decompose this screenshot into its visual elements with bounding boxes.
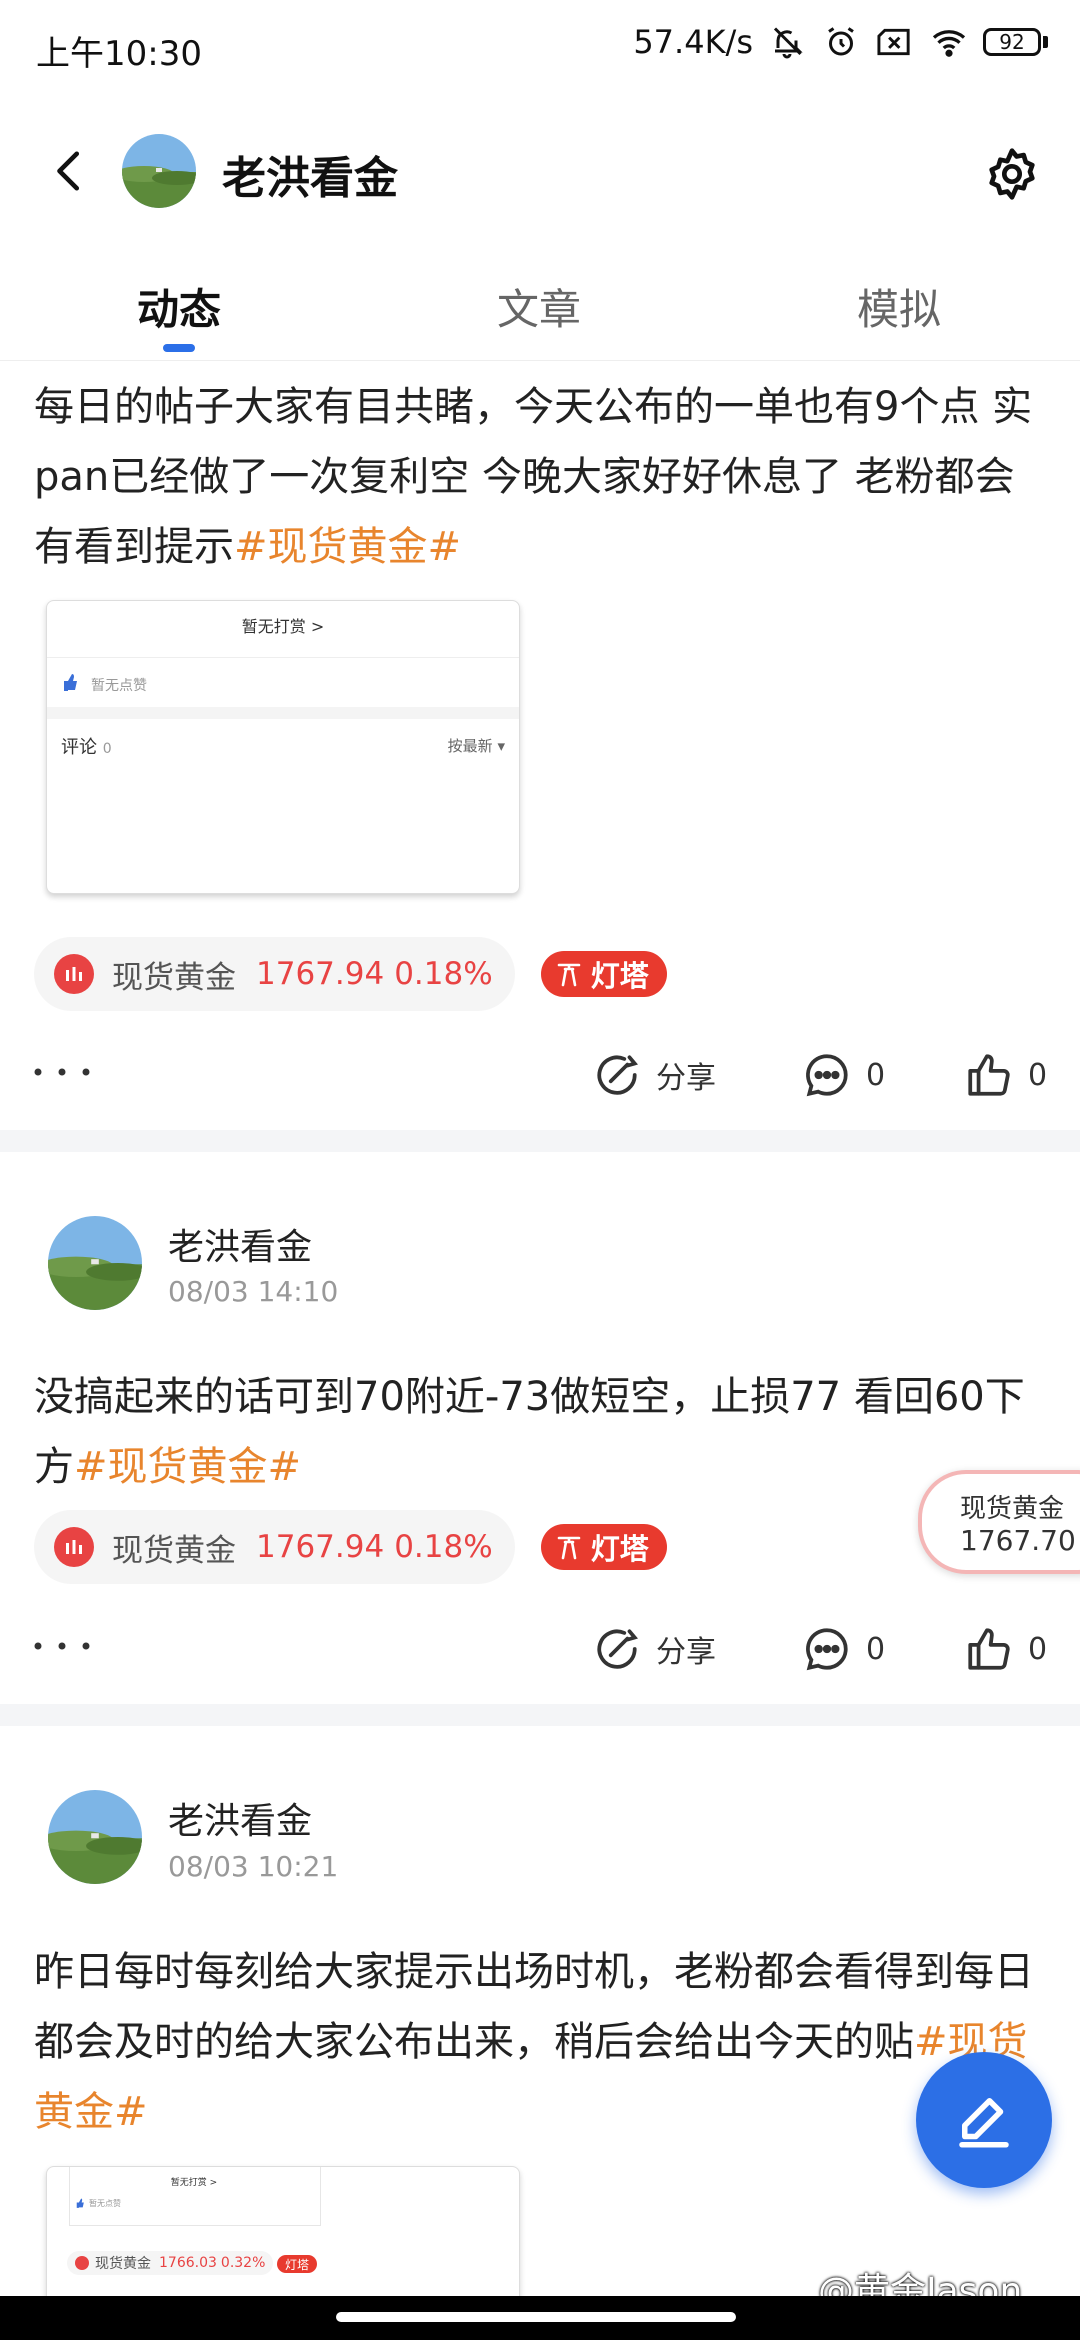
post-text[interactable]: 没搞起来的话可到70附近-73做短空，止损77 看回60下方#现货黄金# [34,1362,1044,1502]
thumb-like-icon [76,2198,84,2208]
back-arrow-icon[interactable] [48,148,94,194]
share-label: 分享 [656,1061,716,1096]
author-avatar[interactable] [48,1790,142,1884]
share-icon [597,1055,638,1095]
quote-pill[interactable]: 现货黄金 1767.94 0.18% [34,937,515,1011]
share-button[interactable]: 分享 [592,1050,716,1100]
post-image[interactable]: 暂无打赏 > 暂无点赞 评论 0 按最新 ▾ [46,600,520,894]
lighthouse-label: 灯塔 [590,1532,649,1566]
network-speed: 57.4K/s [633,23,753,61]
floating-price-value: 1767.70 [960,1524,1076,1557]
more-icon[interactable] [32,1062,92,1082]
edit-pencil-icon [959,2098,1009,2148]
quote-change: 0.18% [394,1529,493,1565]
quote-pill[interactable]: 现货黄金 1767.94 0.18% [34,1510,515,1584]
alarm-icon [821,22,861,62]
post-divider [0,1130,1080,1152]
status-time: 上午10:30 [36,34,202,74]
wifi-icon [929,22,969,62]
quote-price: 1767.94 [256,956,385,992]
lighthouse-badge[interactable]: 灯塔 [540,1524,667,1570]
like-button[interactable]: 0 [964,1050,1047,1100]
tab-simulation[interactable]: 模拟 [857,276,941,337]
post-actions: 分享 0 0 [0,1042,1080,1112]
post-time: 08/03 14:10 [168,1275,339,1308]
post-text[interactable]: 昨日每时每刻给大家提示出场时机，老粉都会看得到每日都会及时的给大家公布出来，稍后… [34,1937,1044,2147]
status-icons: 57.4K/s 92 [633,22,1048,62]
tab-indicator [163,344,195,352]
mute-icon [767,22,807,62]
sim-x-icon [875,22,915,62]
lighthouse-label: 灯塔 [590,959,649,993]
thumb-likes: 暂无点赞 [91,678,147,694]
author-avatar[interactable] [48,1216,142,1310]
share-icon [597,1629,638,1669]
app-header: 老洪看金 [0,96,1080,246]
system-nav-bar [0,2296,1080,2340]
hashtag-link[interactable]: #现货黄金# [234,524,461,570]
quote-name: 现货黄金 [112,1532,236,1569]
lighthouse-icon [557,1536,580,1560]
battery-level: 92 [983,28,1041,56]
quote-price: 1767.94 [256,1529,385,1565]
post-image[interactable]: 暂无打赏 > 暂无点赞 现货黄金 1766.03 0.32% 灯塔 [46,2166,520,2297]
tag-row: 现货黄金 1767.94 0.18% 灯塔 [34,937,667,1011]
quote-name: 现货黄金 [112,959,236,996]
hashtag-link[interactable]: #现货黄金# [74,1444,301,1490]
tab-articles[interactable]: 文章 [497,276,581,337]
floating-price-label: 现货黄金 [960,1494,1065,1524]
thumbs-up-icon [968,1628,1010,1670]
author-name[interactable]: 老洪看金 [168,1792,312,1844]
quote-change: 0.18% [394,956,493,992]
share-label: 分享 [656,1635,716,1670]
thumbs-up-icon [968,1054,1010,1096]
like-count: 0 [1028,1057,1048,1093]
thumb-lighthouse: 灯塔 [277,2255,318,2273]
thumb-likes: 暂无点赞 [89,2199,121,2208]
comment-button[interactable]: 0 [802,1050,885,1100]
page-title: 老洪看金 [222,153,398,204]
post-actions: 分享 0 0 [0,1616,1080,1686]
thumb-comments: 评论 [61,737,97,758]
thumb-comments-count: 0 [102,741,112,757]
floating-price-widget[interactable]: 现货黄金 1767.70 [918,1470,1080,1574]
gear-icon[interactable] [984,146,1040,202]
avatar[interactable] [122,134,196,208]
like-button[interactable]: 0 [964,1624,1047,1674]
post-time: 08/03 10:21 [168,1850,339,1883]
tab-dynamics[interactable]: 动态 [137,276,221,337]
post-text[interactable]: 每日的帖子大家有目共睹，今天公布的一单也有9个点 实pan已经做了一次复利空 今… [34,372,1044,582]
comment-icon [806,1628,848,1671]
home-gesture-bar[interactable] [336,2312,736,2322]
comment-count: 0 [866,1057,886,1093]
share-button[interactable]: 分享 [592,1624,716,1674]
author-name[interactable]: 老洪看金 [168,1218,312,1270]
bar-chart-icon [54,1527,94,1567]
thumb-like-icon [64,674,77,691]
comment-count: 0 [866,1631,886,1667]
compose-button[interactable] [916,2052,1052,2188]
lighthouse-icon [557,963,580,987]
thumb-quote-pill: 现货黄金 1766.03 0.32% [67,2251,274,2275]
battery-icon: 92 [983,28,1048,56]
tab-bar: 动态 文章 模拟 [0,250,1080,361]
status-bar: 上午10:30 57.4K/s 92 [0,0,1080,96]
bar-chart-icon [54,954,94,994]
thumb-reward: 暂无打赏 > [170,2178,218,2188]
thumb-reward: 暂无打赏 > [241,617,325,636]
like-count: 0 [1028,1631,1048,1667]
post-divider [0,1704,1080,1726]
thumb-sort: 按最新 [447,737,493,755]
tag-row: 现货黄金 1767.94 0.18% 灯塔 [34,1510,667,1584]
more-icon[interactable] [32,1636,92,1656]
comment-button[interactable]: 0 [802,1624,885,1674]
comment-icon [806,1054,848,1097]
lighthouse-badge[interactable]: 灯塔 [540,951,667,997]
